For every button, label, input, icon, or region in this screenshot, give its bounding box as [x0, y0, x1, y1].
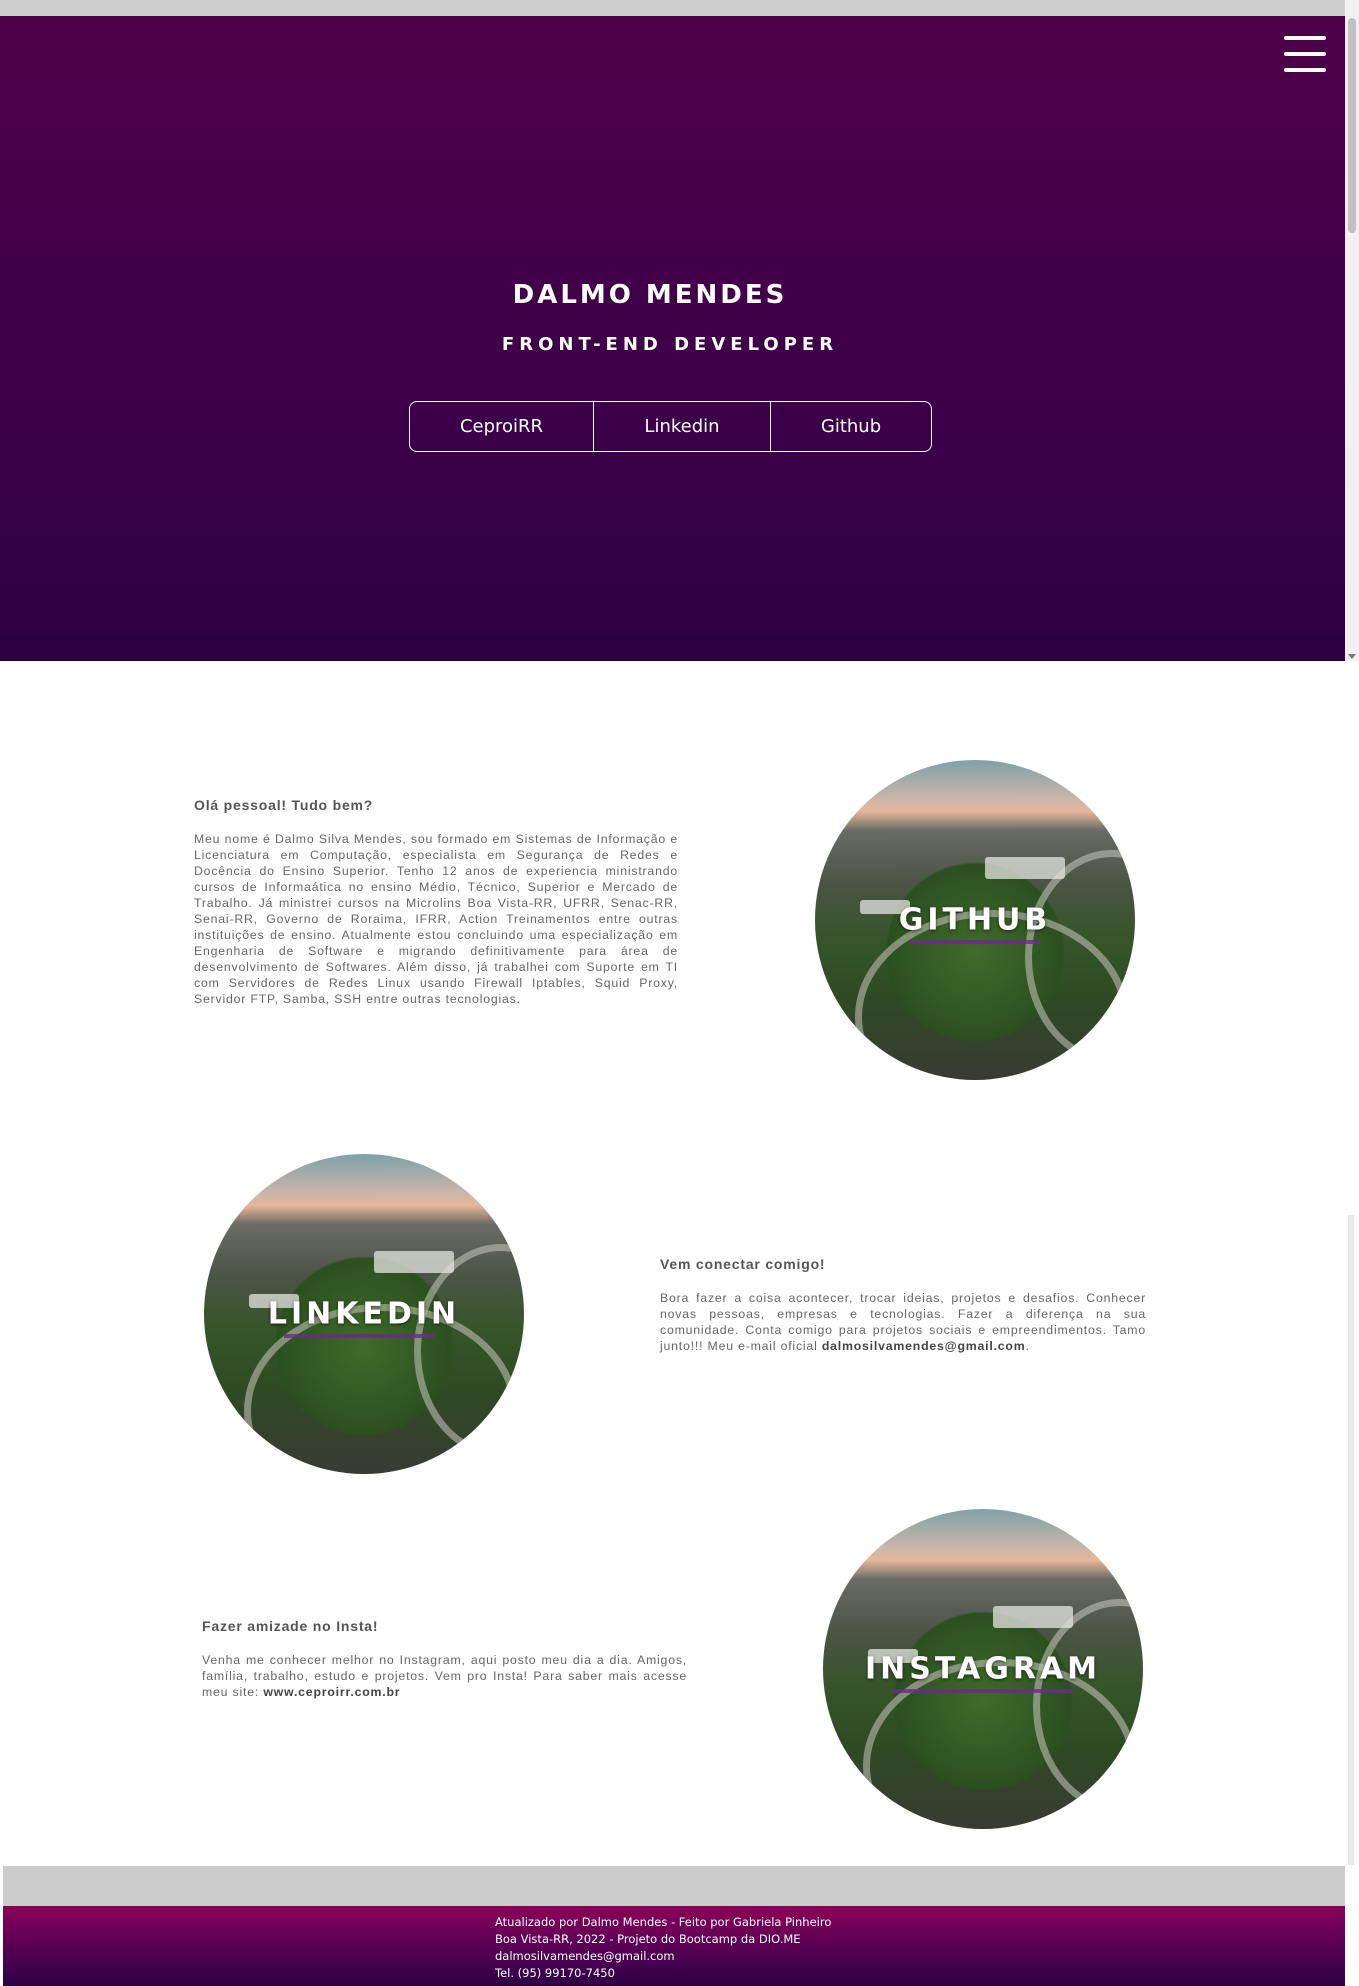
linkedin-image-link[interactable]: LINKEDIN [204, 1154, 524, 1474]
hero-banner: DALMO MENDES FRONT-END DEVELOPER CeproiR… [0, 16, 1345, 661]
browser-top-strip [0, 0, 1345, 16]
instagram-section: Fazer amizade no Insta! Venha me conhece… [202, 1618, 687, 1700]
footer-divider [3, 1866, 1345, 1906]
page-title: DALMO MENDES [512, 280, 788, 310]
about-heading: Olá pessoal! Tudo bem? [194, 797, 374, 813]
github-image-label: GITHUB [898, 902, 1052, 938]
connect-heading: Vem conectar comigo! [660, 1256, 826, 1272]
connect-section: Vem conectar comigo! Bora fazer a coisa … [660, 1256, 1146, 1354]
inner-scrollbar-track [1348, 1215, 1354, 1495]
connect-text: Bora fazer a coisa acontecer, trocar ide… [660, 1291, 1146, 1353]
instagram-text: Venha me conhecer melhor no Instagram, a… [202, 1653, 687, 1699]
inner-scrollbar-track [1348, 1755, 1354, 1865]
email-link[interactable]: dalmosilvamendes@gmail.com [822, 1339, 1026, 1353]
instagram-image-label: INSTAGRAM [864, 1651, 1102, 1687]
scrollbar[interactable] [1345, 0, 1359, 661]
hamburger-menu-icon[interactable] [1284, 36, 1326, 76]
footer-email[interactable]: dalmosilvamendes@gmail.com [495, 1948, 831, 1965]
footer-location: Boa Vista-RR, 2022 - Projeto do Bootcamp… [495, 1932, 801, 1946]
instagram-image-link[interactable]: INSTAGRAM [823, 1509, 1143, 1829]
about-text: Meu nome é Dalmo Silva Mendes, sou forma… [194, 832, 678, 1006]
footer-phone: Tel. (95) 99170-7450 [495, 1966, 615, 1980]
social-links-bar: CeproiRR Linkedin Github [409, 401, 932, 452]
job-title: FRONT-END DEVELOPER [501, 334, 839, 355]
scrollbar-thumb[interactable] [1348, 18, 1356, 233]
website-link[interactable]: www.ceproirr.com.br [263, 1685, 400, 1699]
page-footer: Atualizado por Dalmo Mendes - Feito por … [3, 1906, 1345, 1986]
scroll-down-arrow-icon[interactable] [1348, 654, 1356, 659]
linkedin-link[interactable]: Linkedin [594, 402, 771, 451]
about-section: Olá pessoal! Tudo bem? Meu nome é Dalmo … [194, 797, 678, 1007]
linkedin-image-label: LINKEDIN [267, 1296, 461, 1332]
instagram-heading: Fazer amizade no Insta! [202, 1618, 379, 1634]
footer-text: Atualizado por Dalmo Mendes - Feito por … [495, 1914, 831, 1982]
inner-scrollbar-track [1348, 1495, 1354, 1755]
footer-credits: Atualizado por Dalmo Mendes - Feito por … [495, 1915, 832, 1929]
github-image-link[interactable]: GITHUB [815, 760, 1135, 1080]
github-link[interactable]: Github [771, 402, 931, 451]
ceproirr-link[interactable]: CeproiRR [410, 402, 594, 451]
